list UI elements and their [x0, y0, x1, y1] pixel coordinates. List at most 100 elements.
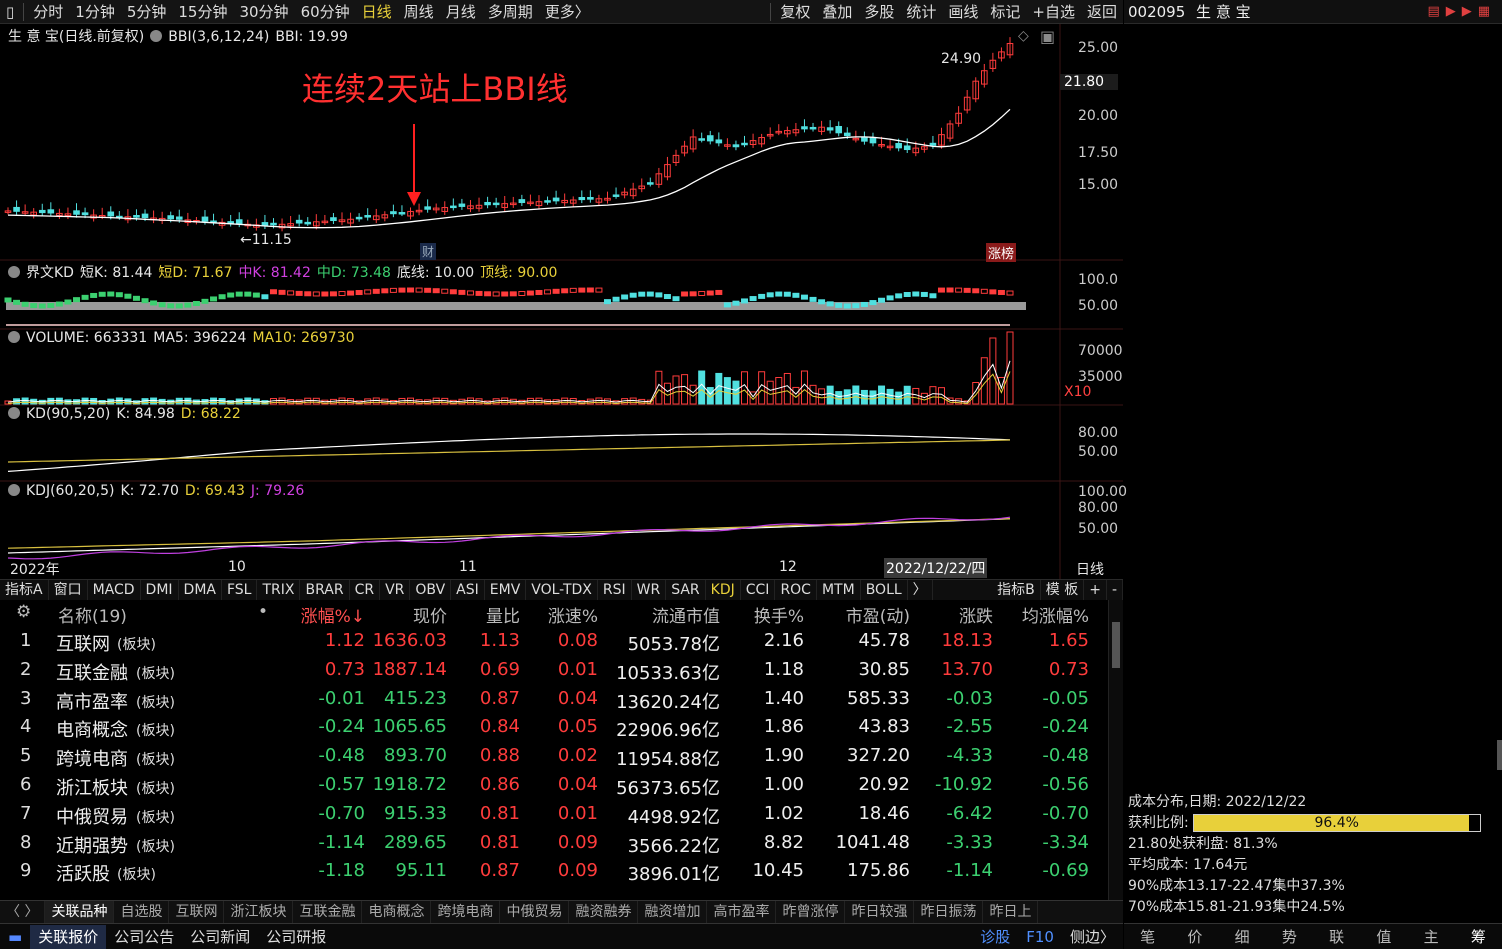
table-row[interactable]: 6浙江板块(板块)-0.571918.720.860.0456373.65亿1.…	[0, 772, 1108, 801]
statistics-button[interactable]: 统计	[900, 0, 942, 24]
column-header[interactable]: •	[258, 602, 268, 622]
settings-icon[interactable]	[8, 331, 20, 343]
period-tab-active[interactable]: 日线	[356, 0, 398, 24]
block-tab[interactable]: 互联金融	[293, 901, 362, 923]
period-tab[interactable]: 月线	[440, 0, 482, 24]
diagnose-link[interactable]: 诊股	[972, 925, 1018, 949]
indicator-tab[interactable]: CCI	[741, 580, 776, 600]
column-header[interactable]: 均涨幅%	[1022, 602, 1089, 627]
right-panel-tab[interactable]: 势	[1282, 926, 1297, 947]
diamond-icon[interactable]: ◇	[1018, 28, 1029, 44]
sidebar-toggle[interactable]: 侧边〉	[1062, 925, 1123, 949]
column-header[interactable]: 量比	[486, 602, 520, 627]
block-tab[interactable]: 昨日较强	[845, 901, 914, 923]
block-tab[interactable]: 自选股	[114, 901, 169, 923]
column-header[interactable]: 涨速%	[548, 602, 598, 627]
table-row[interactable]: 4电商概念(板块)-0.241065.650.840.0522906.96亿1.…	[0, 714, 1108, 743]
indicator-tab[interactable]: KDJ	[706, 580, 741, 600]
indicator-tab[interactable]: FSL	[222, 580, 258, 600]
zhangbang-badge[interactable]: 涨榜	[986, 243, 1016, 262]
table-row[interactable]: 9活跃股(板块)-1.1895.110.870.093896.01亿10.451…	[0, 858, 1108, 887]
layout-icon[interactable]: ▯	[0, 0, 20, 24]
indicator-tab[interactable]: VOL-TDX	[526, 580, 598, 600]
column-header[interactable]: 涨幅%↓	[301, 602, 365, 627]
period-tab[interactable]: 1分钟	[69, 0, 121, 24]
tab-company-notice[interactable]: 公司公告	[106, 925, 182, 949]
grid-icon[interactable]: ▬	[0, 925, 30, 949]
indicator-tab[interactable]: 指标A	[0, 580, 49, 600]
right-panel-tab[interactable]: 联	[1329, 926, 1344, 947]
draw-line-button[interactable]: 画线	[942, 0, 984, 24]
indicator-tab[interactable]: 指标B	[992, 580, 1041, 600]
block-tab[interactable]: 中俄贸易	[500, 901, 569, 923]
overlay-button[interactable]: 叠加	[816, 0, 858, 24]
kdj-title[interactable]: KDJ(60,20,5)	[26, 483, 114, 499]
right-panel-tab[interactable]: 筹	[1471, 926, 1486, 947]
indicator-tab[interactable]: WR	[632, 580, 667, 600]
block-tab[interactable]: 〈 〉	[0, 901, 45, 923]
block-tab[interactable]: 昨曾涨停	[776, 901, 845, 923]
settings-icon[interactable]	[8, 266, 20, 278]
indicator-tab[interactable]: DMI	[141, 580, 179, 600]
f10-link[interactable]: F10	[1018, 925, 1062, 949]
period-tab[interactable]: 周线	[398, 0, 440, 24]
kd-title[interactable]: 界文KD	[26, 265, 74, 281]
block-tab[interactable]: 互联网	[169, 901, 224, 923]
settings-icon[interactable]	[150, 30, 162, 42]
table-row[interactable]: 3高市盈率(板块)-0.01415.230.870.0413620.24亿1.4…	[0, 686, 1108, 715]
block-tab[interactable]: 高市盈率	[707, 901, 776, 923]
panel-toggle-icon[interactable]: ▣	[1040, 27, 1055, 46]
period-tab[interactable]: 多周期	[482, 0, 539, 24]
column-header[interactable]: 市盈(动)	[846, 602, 910, 627]
period-tab[interactable]: 5分钟	[121, 0, 173, 24]
chart-tools-icons[interactable]: ▤▶▶▦	[1427, 0, 1496, 24]
block-tab[interactable]: 融资增加	[638, 901, 707, 923]
indicator-tab[interactable]: +	[1084, 580, 1107, 600]
column-header[interactable]: 流通市值	[652, 602, 720, 627]
indicator-tab[interactable]: MACD	[88, 580, 141, 600]
settings-icon[interactable]	[8, 407, 20, 419]
indicator-tab[interactable]: CR	[350, 580, 381, 600]
table-row[interactable]: 7中俄贸易(板块)-0.70915.330.810.014498.92亿1.02…	[0, 801, 1108, 830]
back-button[interactable]: 返回	[1081, 0, 1123, 24]
scrollbar-thumb[interactable]	[1112, 622, 1120, 668]
indicator-tab[interactable]: VR	[380, 580, 410, 600]
bbi-indicator-name[interactable]: BBI(3,6,12,24)	[168, 29, 269, 45]
table-scrollbar[interactable]	[1108, 600, 1123, 900]
tab-related-quotes[interactable]: 关联报价	[30, 925, 106, 949]
right-panel-tab[interactable]: 细	[1235, 926, 1250, 947]
kd2-title[interactable]: KD(90,5,20)	[26, 406, 110, 422]
indicator-tab[interactable]: DMA	[179, 580, 222, 600]
right-panel-tab[interactable]: 值	[1376, 926, 1391, 947]
right-panel-tab[interactable]: 笔	[1140, 926, 1155, 947]
indicator-tab[interactable]: 〉	[908, 580, 933, 600]
block-tab[interactable]: 跨境电商	[431, 901, 500, 923]
block-tab[interactable]: 昨日上	[983, 901, 1038, 923]
tab-company-research[interactable]: 公司研报	[258, 925, 334, 949]
indicator-tab[interactable]: 窗口	[49, 580, 88, 600]
column-header[interactable]: 名称(19)	[58, 602, 127, 627]
mark-button[interactable]: 标记	[984, 0, 1026, 24]
indicator-tab[interactable]: MTM	[817, 580, 861, 600]
block-tab[interactable]: 浙江板块	[224, 901, 293, 923]
more-periods-button[interactable]: 更多〉	[539, 0, 596, 24]
indicator-tab[interactable]: SAR	[666, 580, 705, 600]
indicator-tab[interactable]: OBV	[410, 580, 451, 600]
indicator-tab[interactable]: EMV	[485, 580, 527, 600]
table-row[interactable]: 8近期强势(板块)-1.14289.650.810.093566.22亿8.82…	[0, 830, 1108, 859]
right-panel-tab[interactable]: 主	[1424, 926, 1439, 947]
indicator-tab[interactable]: TRIX	[257, 580, 300, 600]
tab-company-news[interactable]: 公司新闻	[182, 925, 258, 949]
volume-title[interactable]: VOLUME: 663331	[26, 330, 147, 346]
finance-badge[interactable]: 财	[420, 243, 436, 260]
period-tab[interactable]: 分时	[27, 0, 69, 24]
column-header[interactable]: 涨跌	[959, 602, 993, 627]
indicator-tab[interactable]: BOLL	[861, 580, 908, 600]
column-header[interactable]: 现价	[413, 602, 447, 627]
table-settings-icon[interactable]: ⚙	[16, 602, 31, 622]
period-tab[interactable]: 60分钟	[295, 0, 356, 24]
block-tab[interactable]: 电商概念	[362, 901, 431, 923]
settings-icon[interactable]	[8, 484, 20, 496]
table-row[interactable]: 5跨境电商(板块)-0.48893.700.880.0211954.88亿1.9…	[0, 743, 1108, 772]
fuquan-button[interactable]: 复权	[774, 0, 816, 24]
